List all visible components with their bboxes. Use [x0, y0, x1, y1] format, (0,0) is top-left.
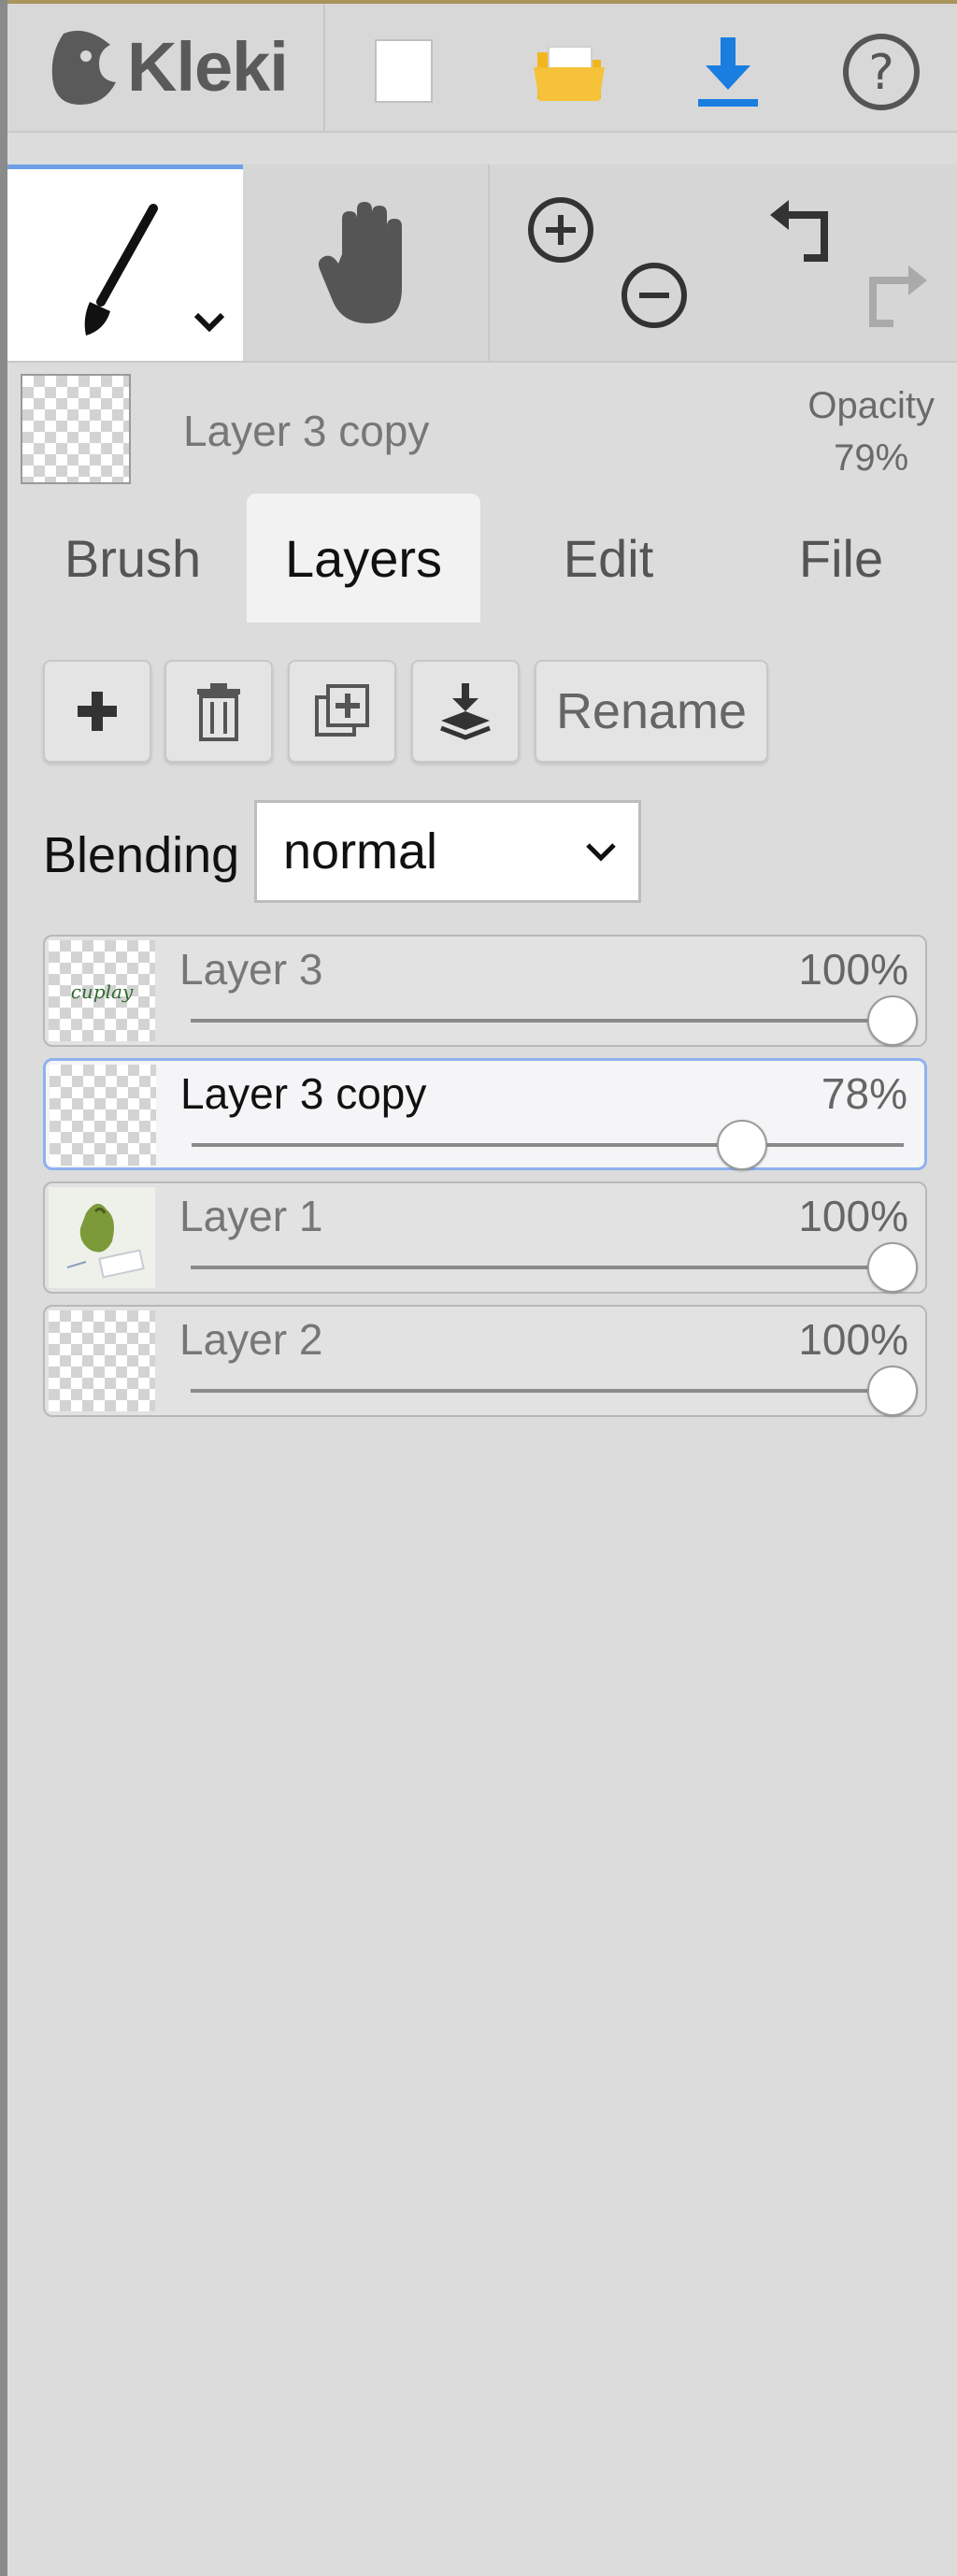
layer-thumbnail [21, 374, 131, 484]
kleki-logo[interactable]: Kleki [45, 24, 289, 108]
kleki-sidebar: Kleki ? Layer 3 copy Opacity 79% Brush L… [7, 4, 957, 2576]
open-file-button[interactable] [518, 21, 621, 123]
canvas-edge [0, 0, 7, 2576]
opacity-slider-track[interactable] [191, 1019, 905, 1023]
trash-icon [197, 683, 240, 741]
layer-row-selected[interactable]: Layer 3 copy 78% [43, 1058, 927, 1170]
opacity-label: Opacity [807, 385, 935, 426]
duplicate-layer-button[interactable] [288, 660, 396, 763]
duplicate-icon [315, 684, 369, 737]
tab-label: Edit [563, 528, 654, 588]
plus-icon [78, 692, 117, 731]
zoom-in-icon[interactable] [523, 193, 598, 267]
layer-row[interactable]: Layer 2 100% [43, 1305, 927, 1417]
layer-opacity-text: 100% [798, 1192, 908, 1240]
current-layer-preview: Layer 3 copy Opacity 79% [7, 363, 957, 494]
opacity-slider-track[interactable] [191, 1266, 905, 1269]
layer-row[interactable]: cuplay Layer 3 100% [43, 935, 927, 1047]
zoom-controls [490, 165, 738, 361]
tool-row [7, 165, 957, 363]
layer-thumbnail: cuplay [49, 940, 155, 1041]
rename-layer-button[interactable]: Rename [535, 660, 768, 763]
tab-label: File [798, 528, 884, 588]
brush-icon [84, 204, 158, 336]
layer-name: Layer 2 [179, 1315, 323, 1364]
layer-opacity-text: 100% [798, 1315, 908, 1364]
download-icon [698, 37, 758, 107]
opacity-slider-handle[interactable] [867, 995, 918, 1046]
opacity-slider-handle[interactable] [867, 1366, 918, 1416]
chevron-down-icon [586, 843, 616, 862]
layer-name: Layer 3 copy [180, 1069, 427, 1118]
new-file-icon [375, 39, 433, 103]
tab-label: Layers [284, 528, 443, 588]
hand-tool-button[interactable] [243, 165, 488, 361]
layer-name: Layer 1 [179, 1192, 323, 1240]
save-button[interactable] [677, 21, 779, 123]
layers-panel: Rename Blending normal cuplay Layer 3 10… [7, 623, 957, 2576]
layer-thumbnail [49, 1187, 155, 1288]
current-layer-name: Layer 3 copy [183, 407, 430, 455]
opacity-slider-track[interactable] [191, 1389, 905, 1393]
history-controls [738, 165, 957, 361]
rename-label: Rename [555, 683, 748, 739]
opacity-slider-handle[interactable] [867, 1242, 918, 1293]
opacity-value: 79% [834, 437, 909, 479]
opacity-slider-handle[interactable] [717, 1120, 767, 1170]
undo-icon[interactable] [766, 196, 841, 271]
svg-text:?: ? [868, 45, 894, 101]
app-name: Kleki [127, 27, 289, 106]
opacity-slider-track[interactable] [192, 1143, 904, 1147]
layer-name: Layer 3 [179, 945, 323, 994]
delete-layer-button[interactable] [164, 660, 273, 763]
layer-thumbnail [49, 1310, 155, 1411]
blending-select[interactable]: normal [254, 800, 641, 903]
opacity-readout[interactable]: Opacity 79% [807, 379, 935, 484]
blending-value: normal [283, 823, 438, 880]
kleki-logo-icon [51, 30, 116, 105]
merge-down-icon [440, 683, 491, 740]
layer-row[interactable]: Layer 1 100% [43, 1181, 927, 1294]
chevron-down-icon[interactable] [191, 308, 228, 336]
redo-icon[interactable] [856, 258, 931, 333]
svg-text:cuplay: cuplay [71, 980, 134, 1003]
layer-opacity-text: 78% [821, 1069, 907, 1118]
folder-open-icon [534, 46, 605, 101]
tab-layers[interactable]: Layers [247, 494, 480, 623]
layer-opacity-text: 100% [798, 945, 908, 994]
zoom-out-icon[interactable] [617, 258, 692, 333]
divider [323, 4, 325, 131]
tab-edit[interactable]: Edit [492, 494, 725, 623]
hand-icon [318, 202, 402, 323]
add-layer-button[interactable] [43, 660, 151, 763]
help-icon: ? [843, 34, 920, 110]
layer-thumbnail [50, 1065, 156, 1166]
help-button[interactable]: ? [830, 21, 933, 123]
merge-down-button[interactable] [411, 660, 520, 763]
brush-tool-button[interactable] [7, 165, 243, 361]
tab-label: Brush [64, 528, 202, 588]
tab-bar: Brush Layers Edit File [7, 494, 957, 625]
top-bar: Kleki ? [7, 4, 957, 133]
tab-file[interactable]: File [729, 494, 953, 623]
new-file-button[interactable] [353, 21, 456, 123]
tab-brush[interactable]: Brush [24, 494, 241, 623]
blending-label: Blending [43, 827, 240, 883]
